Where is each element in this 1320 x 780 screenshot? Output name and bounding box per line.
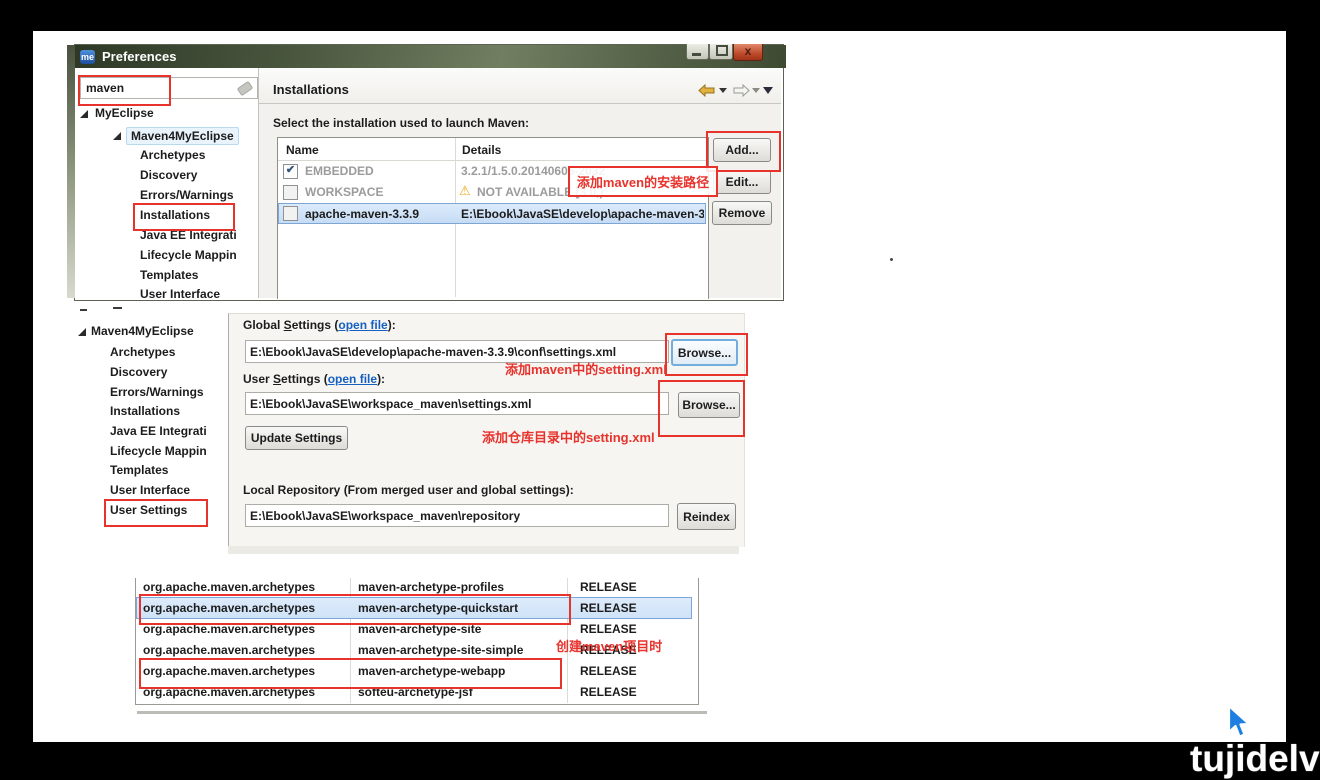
column-header-name[interactable]: Name	[286, 143, 319, 157]
tree-item-errors-warnings[interactable]: Errors/Warnings	[140, 188, 234, 202]
update-settings-button[interactable]: Update Settings	[245, 426, 348, 450]
open-file-link[interactable]: open file	[328, 372, 377, 386]
installation-row-name[interactable]: apache-maven-3.3.9	[305, 207, 419, 221]
tree-item-maven4myeclipse[interactable]: Maven4MyEclipse	[91, 324, 194, 338]
pref-header-separator	[259, 103, 781, 104]
tree-item-user-interface[interactable]: User Interface	[140, 287, 220, 301]
desktop-edge-strip	[67, 45, 75, 298]
user-settings-field[interactable]	[245, 392, 669, 415]
archetype-version[interactable]: RELEASE	[580, 664, 637, 678]
tree-item-archetypes[interactable]: Archetypes	[110, 345, 175, 359]
tree-item-user-interface[interactable]: User Interface	[110, 483, 190, 497]
global-settings-label: Global Settings (open file):	[243, 318, 396, 332]
user-settings-label: User Settings (open file):	[243, 372, 385, 386]
installation-row-details[interactable]: E:\Ebook\JavaSE\develop\apache-maven-3	[461, 207, 704, 221]
annotation-text: 添加maven的安装路径	[577, 172, 709, 191]
install-path-annotation: 添加maven的安装路径	[568, 166, 718, 197]
label-text: ettings (	[281, 372, 328, 386]
mouse-cursor-icon	[1225, 704, 1251, 742]
archetype-version[interactable]: RELEASE	[580, 601, 637, 615]
tree-expand-icon[interactable]	[80, 110, 88, 118]
archetype-version[interactable]: RELEASE	[580, 580, 637, 594]
checkbox-unchecked-icon[interactable]	[283, 206, 298, 221]
label-mnemonic: S	[284, 318, 292, 332]
artifact-mark	[113, 307, 122, 309]
installations-annotation-box	[133, 203, 235, 231]
create-project-annotation: 创建maven项目时	[556, 636, 662, 655]
tree-item-templates[interactable]: Templates	[110, 463, 168, 477]
warning-icon: ⚠	[459, 183, 471, 199]
table-drop-shadow	[137, 711, 707, 714]
local-repository-field[interactable]	[245, 504, 669, 527]
checkbox-checked-icon[interactable]: ✔	[283, 164, 298, 179]
close-icon: x	[745, 44, 752, 58]
label-text: User	[243, 372, 273, 386]
archetype-artifact[interactable]: maven-archetype-profiles	[358, 580, 504, 594]
reindex-button[interactable]: Reindex	[677, 503, 736, 530]
forward-icon[interactable]	[733, 84, 750, 97]
installation-row-name[interactable]: WORKSPACE	[305, 185, 383, 199]
archetype-group[interactable]: org.apache.maven.archetypes	[143, 580, 315, 594]
watermark-text: tujidelv	[1190, 738, 1320, 780]
archetype-version[interactable]: RELEASE	[580, 685, 637, 699]
label-text: Global	[243, 318, 284, 332]
label-text: ):	[388, 318, 396, 332]
tree-expand-icon[interactable]	[113, 132, 121, 140]
tree-item-discovery[interactable]: Discovery	[110, 365, 167, 379]
back-icon[interactable]	[698, 84, 715, 97]
myeclipse-app-icon: me	[80, 50, 95, 64]
archetype-artifact[interactable]: maven-archetype-site-simple	[358, 643, 523, 657]
screenshot-root: { "window": { "title": "Preferences", "a…	[0, 0, 1320, 776]
table-header-separator	[278, 160, 706, 161]
browse-user-annotation-box	[658, 380, 745, 437]
webapp-annotation-box	[139, 658, 562, 689]
local-repository-label: Local Repository (From merged user and g…	[243, 483, 574, 497]
search-annotation-box	[78, 75, 171, 106]
installation-row-name[interactable]: EMBEDDED	[305, 164, 374, 178]
tree-item-lifecycle-mapping[interactable]: Lifecycle Mappin	[110, 444, 207, 458]
tree-item-discovery[interactable]: Discovery	[140, 168, 197, 182]
forward-dropdown-icon[interactable]	[752, 88, 760, 93]
artifact-dot	[890, 258, 893, 261]
window-titlebar: me Preferences	[75, 45, 786, 68]
minimize-button[interactable]	[686, 44, 709, 60]
panel-bottom-shadow	[228, 546, 739, 554]
tree-item-archetypes[interactable]: Archetypes	[140, 148, 205, 162]
archetype-version[interactable]: RELEASE	[580, 622, 637, 636]
tree-expand-icon[interactable]	[78, 328, 86, 336]
label-text: ):	[377, 372, 385, 386]
column-header-details[interactable]: Details	[462, 143, 501, 157]
label-mnemonic: S	[273, 372, 281, 386]
artifact-mark	[80, 309, 87, 311]
maximize-icon	[716, 45, 728, 56]
open-file-link[interactable]: open file	[338, 318, 387, 332]
user-settings-annotation-box	[104, 499, 208, 527]
edit-button[interactable]: Edit...	[713, 170, 771, 194]
close-button[interactable]: x	[733, 44, 763, 61]
view-menu-icon[interactable]	[763, 87, 773, 94]
back-dropdown-icon[interactable]	[719, 88, 727, 93]
tree-item-templates[interactable]: Templates	[140, 268, 198, 282]
window-title: Preferences	[102, 49, 176, 64]
user-settings-annotation: 添加仓库目录中的setting.xml	[482, 427, 655, 446]
browse-global-annotation-box	[665, 333, 748, 376]
checkbox-unchecked-icon[interactable]	[283, 185, 298, 200]
tree-item-javaee-integration[interactable]: Java EE Integrati	[110, 424, 207, 438]
global-settings-annotation: 添加maven中的setting.xml	[505, 359, 667, 378]
tree-item-myeclipse[interactable]: MyEclipse	[95, 106, 154, 120]
tree-item-lifecycle-mapping[interactable]: Lifecycle Mappin	[140, 248, 237, 262]
remove-button[interactable]: Remove	[712, 201, 772, 225]
minimize-icon	[692, 53, 701, 56]
quickstart-annotation-box	[139, 594, 571, 625]
page-title: Installations	[273, 82, 349, 97]
select-installation-label: Select the installation used to launch M…	[273, 116, 529, 130]
maximize-button[interactable]	[709, 44, 733, 60]
tree-item-installations[interactable]: Installations	[110, 404, 180, 418]
archetype-group[interactable]: org.apache.maven.archetypes	[143, 643, 315, 657]
label-text: ettings (	[292, 318, 339, 332]
tree-item-maven4myeclipse[interactable]: Maven4MyEclipse	[126, 127, 239, 145]
tree-item-errors-warnings[interactable]: Errors/Warnings	[110, 385, 204, 399]
